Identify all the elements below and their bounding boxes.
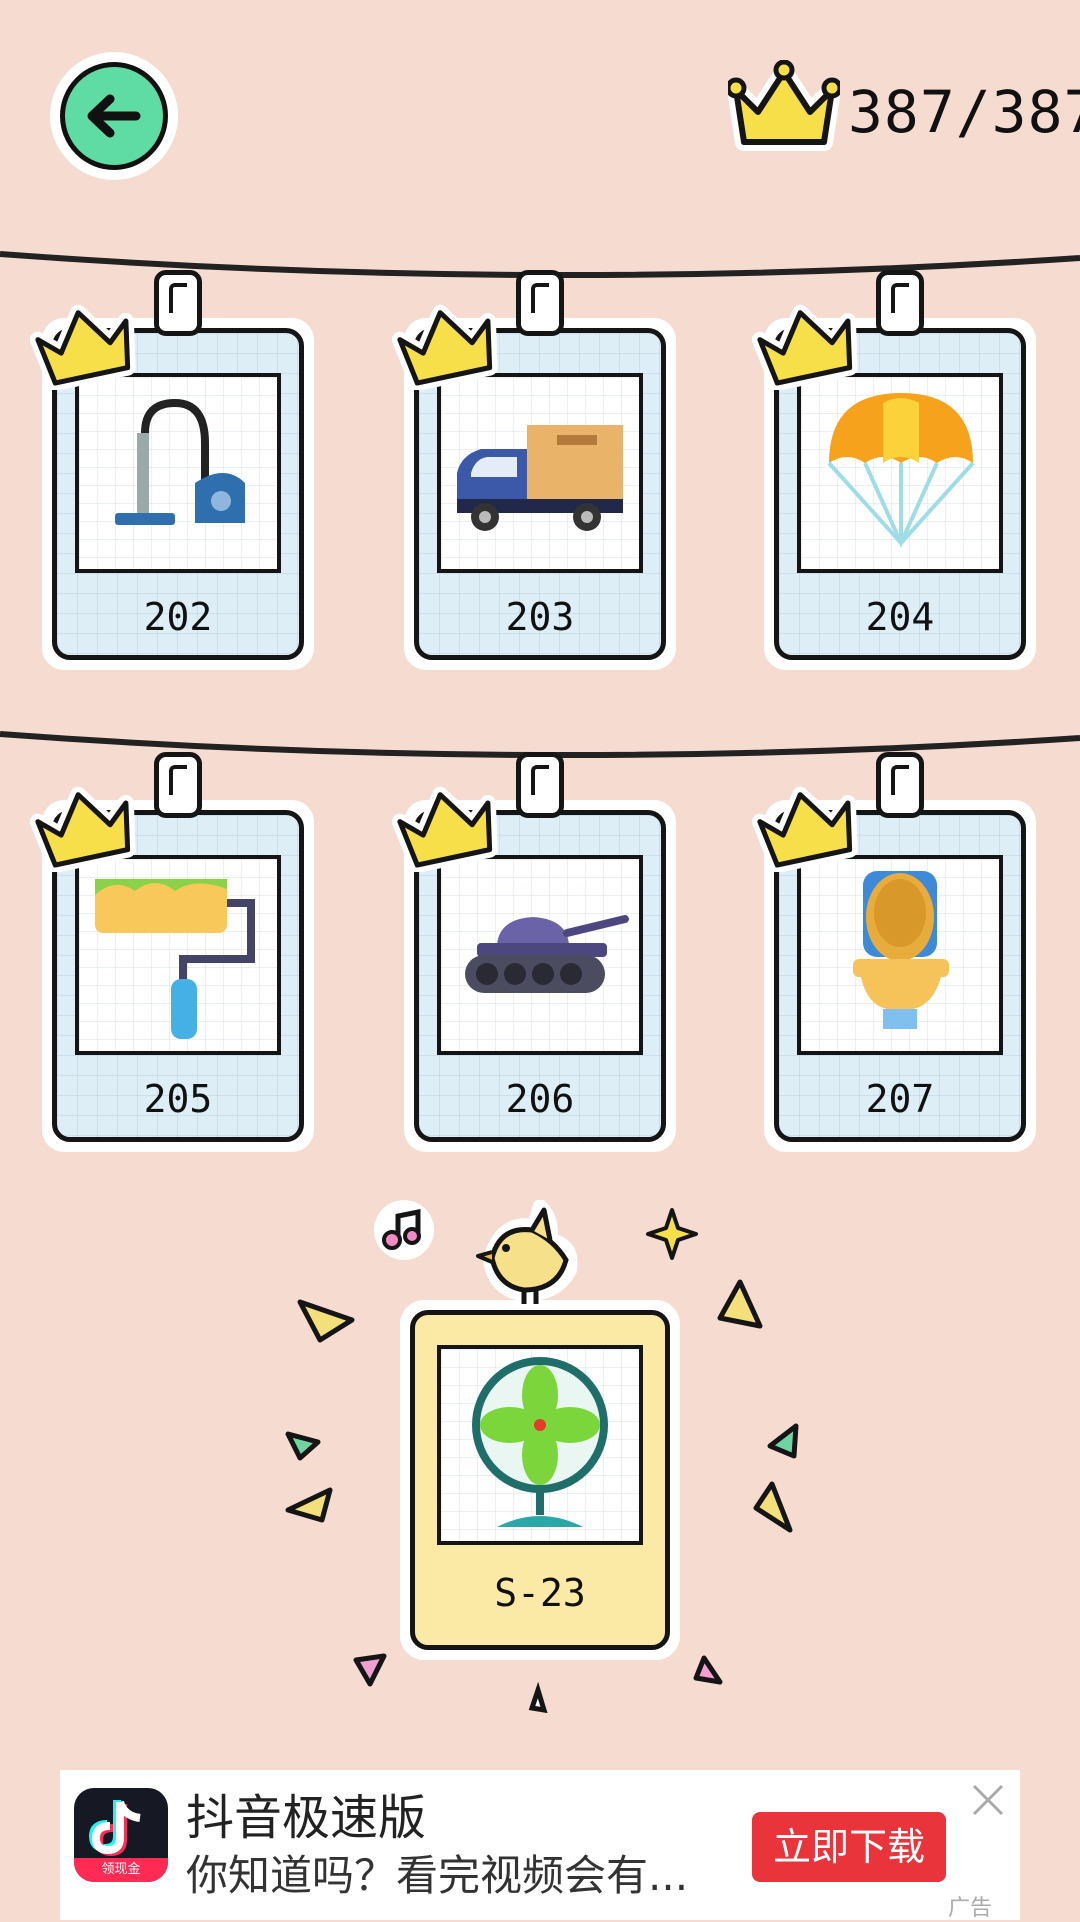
crown-icon (752, 782, 862, 872)
vacuum-cleaner-icon (75, 373, 281, 573)
bird-icon (476, 1200, 578, 1304)
back-button[interactable] (50, 52, 178, 180)
crown-icon (728, 60, 840, 151)
ad-description: 你知道吗？看完视频会有... (186, 1851, 689, 1900)
arrow-left-icon (60, 62, 168, 170)
card-label: 205 (143, 1077, 213, 1121)
sparkle-icon (646, 1208, 698, 1260)
level-card-206[interactable]: 206 (392, 752, 676, 1152)
card-label: 207 (865, 1077, 935, 1121)
card-label: S-23 (494, 1571, 586, 1615)
paper-clip (516, 752, 564, 818)
paper-clip (516, 270, 564, 336)
crown-icon (30, 782, 140, 872)
crown-icon (752, 300, 862, 390)
crown-icon (392, 300, 502, 390)
level-card-205[interactable]: 205 (30, 752, 314, 1152)
featured-card-s-23[interactable]: S-23 (400, 1300, 680, 1660)
level-card-203[interactable]: 203 (392, 270, 676, 670)
electric-fan-icon (437, 1345, 643, 1545)
parachute-icon (797, 373, 1003, 573)
level-card-202[interactable]: 202 (30, 270, 314, 670)
music-note-icon (374, 1200, 434, 1260)
tank-icon (437, 855, 643, 1055)
close-icon[interactable] (968, 1780, 1008, 1820)
card-label: 206 (505, 1077, 575, 1121)
download-button[interactable]: 立即下载 (752, 1812, 946, 1882)
card-label: 203 (505, 595, 575, 639)
ad-tag: 广告 (948, 1896, 993, 1921)
douyin-logo-icon: 领现金 (74, 1788, 168, 1882)
card-panel: S-23 (410, 1310, 670, 1650)
paper-clip (154, 270, 202, 336)
crown-icon (392, 782, 502, 872)
ad-banner[interactable]: 领现金 抖音极速版 你知道吗？看完视频会有... 立即下载 广告 (60, 1770, 1020, 1921)
truck-icon (437, 373, 643, 573)
logo-badge: 领现金 (74, 1858, 168, 1882)
crown-counter: 387/387 (728, 60, 1080, 160)
level-card-204[interactable]: 204 (752, 270, 1036, 670)
crown-icon (30, 300, 140, 390)
paper-clip (154, 752, 202, 818)
toilet-icon (797, 855, 1003, 1055)
paint-roller-icon (75, 855, 281, 1055)
level-card-207[interactable]: 207 (752, 752, 1036, 1152)
paper-clip (876, 752, 924, 818)
progress-counter: 387/387 (848, 78, 1080, 146)
paper-clip (876, 270, 924, 336)
card-label: 204 (865, 595, 935, 639)
ad-title: 抖音极速版 (186, 1790, 427, 1846)
card-label: 202 (143, 595, 213, 639)
